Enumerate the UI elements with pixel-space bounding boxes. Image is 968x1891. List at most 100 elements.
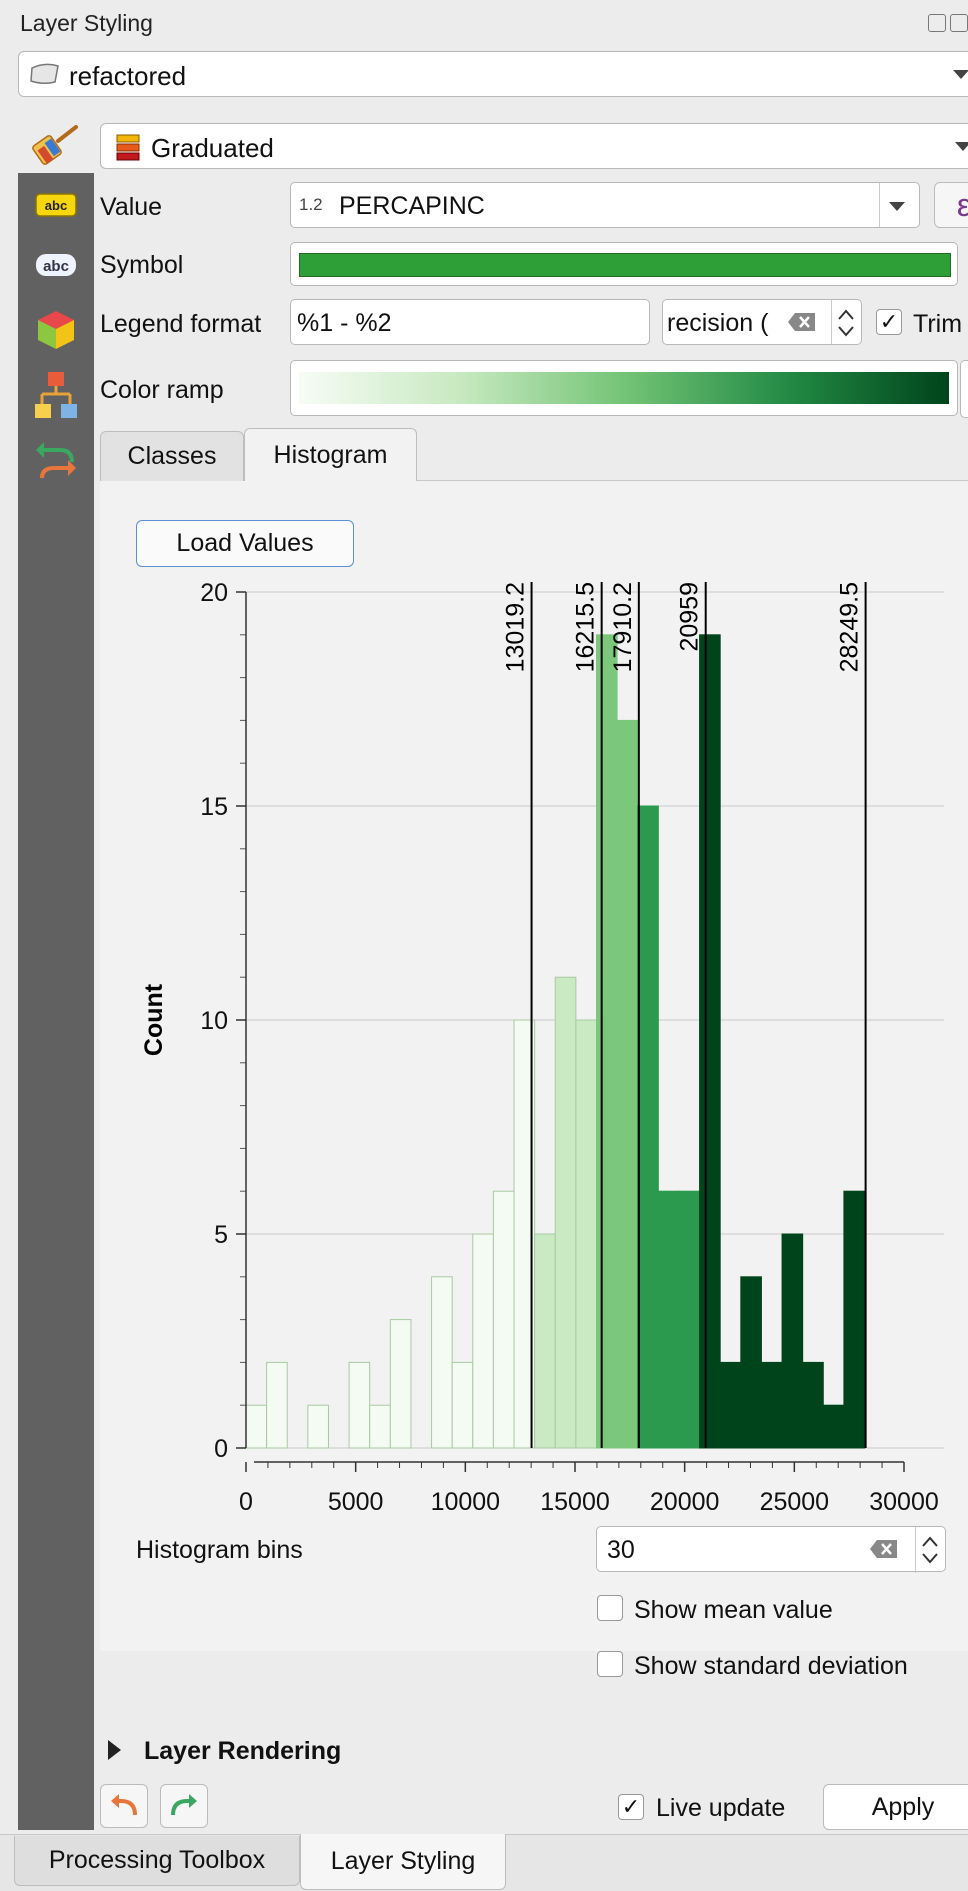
y-tick-label: 20 — [200, 579, 228, 607]
histogram-bar — [781, 1233, 804, 1449]
class-break-label: 16215.5 — [572, 582, 600, 672]
histogram-bar — [699, 634, 721, 1449]
histogram-bar — [348, 1361, 371, 1449]
tab-layer-styling[interactable]: Layer Styling — [300, 1834, 506, 1890]
histogram-bar — [451, 1361, 474, 1449]
float-panel-icon[interactable] — [928, 14, 946, 32]
redo-button[interactable] — [160, 1784, 208, 1828]
labels-icon[interactable]: abc — [27, 183, 85, 227]
histogram-bar — [843, 1190, 866, 1449]
layer-rendering-section[interactable]: Layer Rendering — [144, 1737, 341, 1766]
color-ramp-button[interactable] — [290, 360, 958, 416]
svg-text:abc: abc — [45, 198, 67, 213]
spin-arrows-icon[interactable] — [919, 1533, 941, 1567]
color-ramp-label: Color ramp — [100, 376, 224, 404]
layer-selector[interactable]: refactored — [18, 51, 968, 97]
precision-spinbox[interactable]: recision ( — [662, 299, 862, 345]
histogram-bar — [369, 1404, 391, 1449]
styling-sidebar: abc abc — [18, 173, 94, 1830]
legend-format-input[interactable]: %1 - %2 — [290, 299, 650, 345]
chevron-down-icon — [953, 70, 968, 79]
histogram-bins-label: Histogram bins — [136, 1536, 303, 1564]
histogram-bar — [472, 1233, 494, 1449]
value-field-selector[interactable]: 1.2 PERCAPINC — [290, 182, 920, 228]
expression-builder-button[interactable]: ε — [934, 182, 968, 228]
expand-triangle-icon[interactable] — [108, 1740, 121, 1760]
chevron-down-icon — [889, 202, 905, 211]
histogram-bar — [245, 1404, 268, 1449]
histogram-bar — [307, 1404, 329, 1449]
histogram-bar — [802, 1361, 824, 1449]
y-axis-label: Count — [140, 983, 168, 1056]
live-update-checkbox[interactable]: ✓ — [618, 1794, 644, 1820]
x-tick-label: 10000 — [431, 1488, 501, 1516]
clear-icon[interactable] — [787, 312, 817, 332]
histogram-bar — [266, 1361, 288, 1449]
histogram-bar — [575, 1019, 597, 1449]
x-tick-label: 15000 — [540, 1488, 610, 1516]
legend-format-value: %1 - %2 — [297, 309, 392, 337]
precision-value: recision ( — [667, 309, 769, 337]
graduated-renderer-icon — [116, 134, 140, 161]
class-break-label: 20959 — [676, 582, 704, 652]
x-tick-label: 30000 — [869, 1488, 939, 1516]
3d-view-icon[interactable] — [27, 308, 85, 352]
trim-checkbox[interactable]: ✓ — [876, 309, 902, 335]
class-break-label: 28249.5 — [836, 582, 864, 672]
histogram-chart: 13019.2 16215.5 17910.2 20959 28249.5 0 5 10 15… — [140, 579, 944, 1516]
symbol-label: Symbol — [100, 251, 184, 279]
diagrams-icon[interactable] — [27, 372, 85, 418]
color-ramp-menu-button[interactable] — [960, 360, 968, 418]
y-tick-label: 15 — [200, 793, 228, 821]
histogram-bar — [678, 1190, 701, 1449]
history-icon[interactable] — [27, 438, 85, 482]
histogram-bar — [719, 1361, 742, 1449]
histogram-bar — [534, 1233, 556, 1449]
chevron-down-icon — [955, 142, 968, 151]
layer-name: refactored — [69, 61, 187, 91]
live-update-label: Live update — [656, 1794, 786, 1822]
histogram-bar — [616, 719, 639, 1449]
symbol-button[interactable] — [290, 242, 958, 286]
show-std-checkbox[interactable] — [597, 1651, 623, 1677]
symbol-color-swatch — [299, 253, 951, 277]
class-break-label: 17910.2 — [609, 582, 637, 672]
renderer-type: Graduated — [151, 133, 274, 163]
tab-histogram[interactable]: Histogram — [244, 428, 417, 481]
histogram-bar — [657, 1190, 680, 1449]
y-tick-label: 0 — [214, 1435, 228, 1463]
class-break-label: 13019.2 — [502, 582, 530, 672]
renderer-type-selector[interactable]: Graduated — [100, 123, 968, 169]
x-tick-label: 20000 — [650, 1488, 720, 1516]
show-mean-checkbox[interactable] — [597, 1595, 623, 1621]
x-tick-label: 25000 — [760, 1488, 830, 1516]
clear-icon[interactable] — [869, 1539, 899, 1559]
histogram-bar — [595, 634, 618, 1449]
tab-processing-toolbox[interactable]: Processing Toolbox — [14, 1836, 300, 1886]
show-std-label: Show standard deviation — [634, 1652, 908, 1680]
histogram-bar — [431, 1276, 453, 1449]
spin-arrows-icon[interactable] — [835, 306, 857, 340]
load-values-button[interactable]: Load Values — [136, 520, 354, 567]
panel-window-controls — [928, 14, 968, 32]
undo-icon — [111, 1794, 137, 1816]
histogram-bar — [389, 1319, 412, 1449]
tab-classes[interactable]: Classes — [100, 431, 244, 481]
undo-button[interactable] — [100, 1784, 148, 1828]
color-ramp-preview — [299, 372, 949, 404]
apply-button[interactable]: Apply — [823, 1784, 968, 1830]
show-mean-label: Show mean value — [634, 1596, 833, 1624]
histogram-bins-value: 30 — [607, 1536, 635, 1564]
value-field: PERCAPINC — [339, 192, 485, 220]
masks-icon[interactable]: abc — [27, 243, 85, 287]
layer-polygon-icon — [30, 63, 59, 85]
histogram-bins-spinbox[interactable]: 30 — [596, 1526, 946, 1573]
histogram-bar — [822, 1404, 845, 1449]
legend-format-label: Legend format — [100, 310, 262, 338]
histogram-bar — [760, 1361, 783, 1449]
histogram-bar — [637, 805, 659, 1449]
value-label: Value — [100, 193, 163, 221]
close-panel-icon[interactable] — [950, 14, 968, 32]
redo-icon — [171, 1794, 197, 1816]
paint-brush-icon[interactable] — [28, 123, 82, 169]
